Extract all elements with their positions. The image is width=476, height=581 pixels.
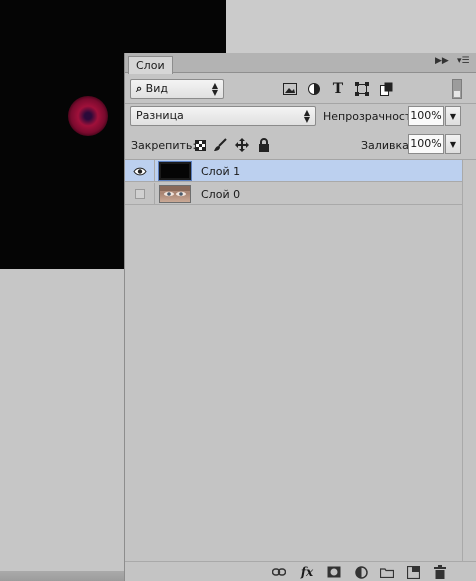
opacity-label: Непрозрачность:: [323, 110, 422, 123]
image-filter-icon[interactable]: [282, 81, 298, 97]
fill-dropdown-button[interactable]: ▼: [445, 134, 461, 154]
mask-icon[interactable]: [326, 564, 342, 580]
lock-all-icon[interactable]: [256, 137, 272, 153]
new-layer-icon[interactable]: [405, 564, 421, 580]
filter-toggle-switch[interactable]: [452, 79, 462, 99]
smart-object-filter-icon[interactable]: [378, 81, 394, 97]
workspace-background: [226, 0, 476, 53]
blend-mode-value: Разница: [136, 109, 184, 122]
empty-visibility-box: [134, 189, 145, 199]
lock-row: Закрепить: Заливка: 100% ▼: [125, 134, 476, 156]
link-icon[interactable]: [271, 564, 287, 580]
opacity-input[interactable]: 100%: [408, 106, 444, 126]
red-glow-spot: [68, 96, 108, 136]
filter-row: ⌕ Вид ▲ ▼ T: [125, 79, 476, 101]
blend-mode-select[interactable]: Разница ▲ ▼: [130, 106, 316, 126]
fill-input[interactable]: 100%: [408, 134, 444, 154]
trash-icon[interactable]: [432, 564, 448, 580]
adjustment-layer-icon[interactable]: [353, 564, 369, 580]
filter-kind-select[interactable]: ⌕ Вид ▲ ▼: [130, 79, 224, 99]
layers-scrollbar[interactable]: [462, 160, 476, 564]
lock-paint-icon[interactable]: [212, 137, 228, 153]
chevron-updown-icon: ▲ ▼: [303, 108, 310, 124]
layers-footer: fx: [125, 561, 476, 581]
filter-kind-label: Вид: [145, 82, 168, 95]
panel-menu-icon[interactable]: ▾☰: [457, 56, 470, 66]
divider: [125, 103, 476, 104]
type-filter-icon[interactable]: T: [330, 81, 346, 97]
chevron-down-icon: ▼: [449, 111, 457, 121]
layers-panel: Слои ▶▶ ▾☰ ⌕ Вид ▲ ▼ T Разница ▲ ▼ Непро…: [124, 53, 476, 581]
eye-icon: [132, 167, 147, 175]
panel-titlebar: Слои ▶▶ ▾☰: [125, 53, 476, 74]
lock-label: Закрепить:: [131, 139, 197, 152]
shape-filter-icon[interactable]: [354, 81, 370, 97]
lock-transparent-icon[interactable]: [192, 137, 208, 153]
chevron-down-icon: ▼: [449, 139, 457, 149]
collapse-icon[interactable]: ▶▶: [435, 56, 449, 66]
visibility-toggle[interactable]: [125, 183, 155, 205]
layer-thumbnail-black[interactable]: [158, 161, 192, 181]
visibility-toggle[interactable]: [125, 160, 155, 182]
layer-name[interactable]: Слой 1: [201, 165, 240, 178]
layer-name[interactable]: Слой 0: [201, 188, 240, 201]
lock-move-icon[interactable]: [234, 137, 250, 153]
adjustment-filter-icon[interactable]: [306, 81, 322, 97]
layer-row-0[interactable]: Слой 0: [125, 183, 462, 205]
tab-layers[interactable]: Слои: [128, 56, 173, 74]
fill-label: Заливка:: [361, 139, 413, 152]
folder-icon[interactable]: [379, 564, 395, 580]
search-icon: ⌕: [136, 82, 143, 95]
fx-icon[interactable]: fx: [299, 564, 315, 580]
chevron-updown-icon: ▲ ▼: [211, 81, 218, 97]
layer-thumbnail-eyes[interactable]: [159, 185, 191, 203]
blend-row: Разница ▲ ▼ Непрозрачность: 100% ▼: [125, 106, 476, 128]
opacity-dropdown-button[interactable]: ▼: [445, 106, 461, 126]
layer-row-1[interactable]: Слой 1: [125, 160, 462, 182]
